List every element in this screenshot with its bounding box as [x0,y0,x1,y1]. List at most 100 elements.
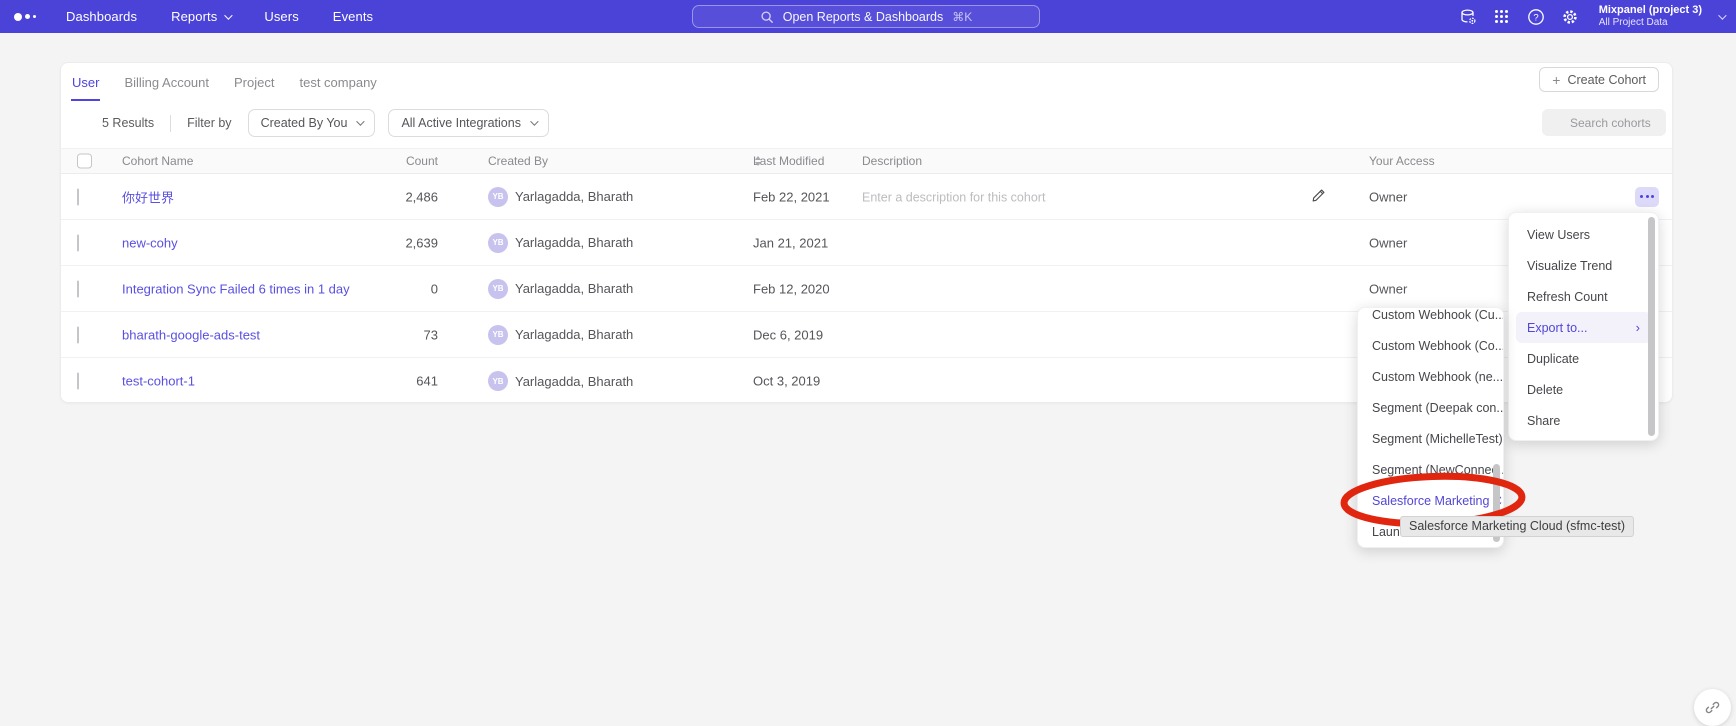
cohort-count: 73 [321,327,438,342]
row-actions-context-menu: View Users Visualize Trend Refresh Count… [1508,212,1659,441]
last-modified-cell: Feb 12, 2020 [753,281,830,296]
table-row: Integration Sync Failed 6 times in 1 day… [61,266,1672,312]
chevron-down-icon[interactable] [1718,11,1726,19]
divider [170,115,171,132]
cohort-tabs: User Billing Account Project test compan… [61,63,378,101]
edit-description-pencil-icon[interactable] [1311,188,1326,206]
menu-item-visualize-trend[interactable]: Visualize Trend [1509,250,1658,281]
cohort-name-link[interactable]: bharath-google-ads-test [122,327,260,342]
row-checkbox[interactable] [77,234,79,251]
avatar: YB [488,233,508,253]
tab-test-company[interactable]: test company [298,64,377,101]
tab-billing-account[interactable]: Billing Account [123,64,210,101]
svg-text:?: ? [1533,12,1538,23]
submenu-item-custom-webhook-3[interactable]: Custom Webhook (ne... [1358,361,1503,392]
created-by-cell: YB Yarlagadda, Bharath [488,279,633,299]
tab-project[interactable]: Project [233,64,275,101]
access-cell: Owner [1369,281,1407,296]
avatar: YB [488,325,508,345]
row-checkbox[interactable] [77,373,79,390]
results-count: 5 Results [102,116,154,130]
row-checkbox[interactable] [77,280,79,297]
filter-by-label: Filter by [187,116,231,130]
copy-link-button[interactable] [1694,689,1731,726]
menu-item-export-to[interactable]: Export to... › [1516,312,1651,343]
integrations-filter-dropdown[interactable]: All Active Integrations [388,109,549,137]
access-cell: Owner [1369,235,1407,250]
chevron-down-icon [357,117,365,125]
description-input[interactable] [862,190,1242,204]
cohort-name-link[interactable]: new-cohy [122,235,178,250]
created-by-name: Yarlagadda, Bharath [515,281,633,296]
menu-item-view-users[interactable]: View Users [1509,219,1658,250]
nav-item-users[interactable]: Users [264,9,298,24]
cohort-count: 0 [321,281,438,296]
project-scope: All Project Data [1599,17,1702,29]
menu-item-refresh-count[interactable]: Refresh Count [1509,281,1658,312]
cohort-name-link[interactable]: Integration Sync Failed 6 times in 1 day [122,281,350,296]
search-icon [760,10,774,24]
menu-item-delete[interactable]: Delete [1509,374,1658,405]
header-created-by: Created By [488,154,548,168]
submenu-item-salesforce-marketing-cloud[interactable]: Salesforce Marketing C... [1358,485,1503,516]
avatar: YB [488,187,508,207]
primary-nav: Dashboards Reports Users Events [66,9,373,24]
cohort-count: 2,639 [321,235,438,250]
global-search-placeholder: Open Reports & Dashboards [783,10,944,24]
project-selector[interactable]: Mixpanel (project 3) All Project Data [1599,4,1702,28]
nav-item-dashboards[interactable]: Dashboards [66,9,137,24]
menu-item-share[interactable]: Share [1509,405,1658,436]
last-modified-cell: Jan 21, 2021 [753,235,828,250]
select-all-checkbox[interactable] [77,154,92,169]
chevron-down-icon [530,117,538,125]
plus-icon: + [1552,73,1560,87]
cohort-name-link[interactable]: test-cohort-1 [122,374,195,389]
created-by-name: Yarlagadda, Bharath [515,235,633,250]
submenu-item-segment-3[interactable]: Segment (NewConnec... [1358,454,1503,485]
tab-user[interactable]: User [71,64,100,101]
menu-item-duplicate[interactable]: Duplicate [1509,343,1658,374]
nav-item-events[interactable]: Events [333,9,373,24]
menu-item-export-label: Export to... [1527,321,1587,335]
row-checkbox[interactable] [77,188,79,205]
nav-item-label: Dashboards [66,9,137,24]
help-icon[interactable]: ? [1527,8,1545,26]
created-by-cell: YB Yarlagadda, Bharath [488,187,633,207]
nav-item-label: Events [333,9,373,24]
settings-gear-icon[interactable] [1561,8,1579,26]
link-icon [1704,699,1721,716]
data-integrations-icon[interactable] [1459,8,1477,26]
cohort-count: 2,486 [321,189,438,204]
sort-icon [755,156,761,166]
search-shortcut-hint: ⌘K [952,10,972,24]
last-modified-cell: Feb 22, 2021 [753,189,830,204]
mixpanel-logo-icon[interactable] [14,13,36,21]
row-actions-more-button[interactable] [1635,187,1659,207]
apps-grid-icon[interactable] [1493,8,1511,26]
header-cohort-name: Cohort Name [122,154,193,168]
submenu-item-custom-webhook-1[interactable]: Custom Webhook (Cu... [1358,307,1503,330]
last-modified-cell: Oct 3, 2019 [753,374,820,389]
created-by-filter-dropdown[interactable]: Created By You [248,109,376,137]
create-cohort-button[interactable]: + Create Cohort [1539,67,1659,92]
nav-item-label: Reports [171,9,217,24]
chevron-down-icon [225,11,233,19]
filter-bar: 5 Results Filter by Created By You All A… [61,105,1672,141]
header-last-modified-label: Last Modified [753,154,824,168]
global-search-button[interactable]: Open Reports & Dashboards ⌘K [692,5,1040,28]
submenu-item-segment-2[interactable]: Segment (MichelleTest) [1358,423,1503,454]
top-navbar: Dashboards Reports Users Events Open Rep… [0,0,1736,33]
created-by-filter-value: Created By You [261,116,348,130]
search-cohorts-input[interactable] [1542,109,1666,136]
table-row: 你好世界 2,486 YB Yarlagadda, Bharath Feb 22… [61,174,1672,220]
menu-scrollbar[interactable] [1648,217,1655,436]
row-checkbox[interactable] [77,326,79,343]
cohort-name-link[interactable]: 你好世界 [122,187,174,206]
header-your-access: Your Access [1369,154,1435,168]
nav-item-reports[interactable]: Reports [171,9,230,24]
submenu-item-segment-1[interactable]: Segment (Deepak con... [1358,392,1503,423]
submenu-item-custom-webhook-2[interactable]: Custom Webhook (Co... [1358,330,1503,361]
export-to-submenu: Custom Webhook (Cu... Custom Webhook (Co… [1357,307,1504,548]
header-description: Description [862,154,922,168]
nav-item-label: Users [264,9,298,24]
